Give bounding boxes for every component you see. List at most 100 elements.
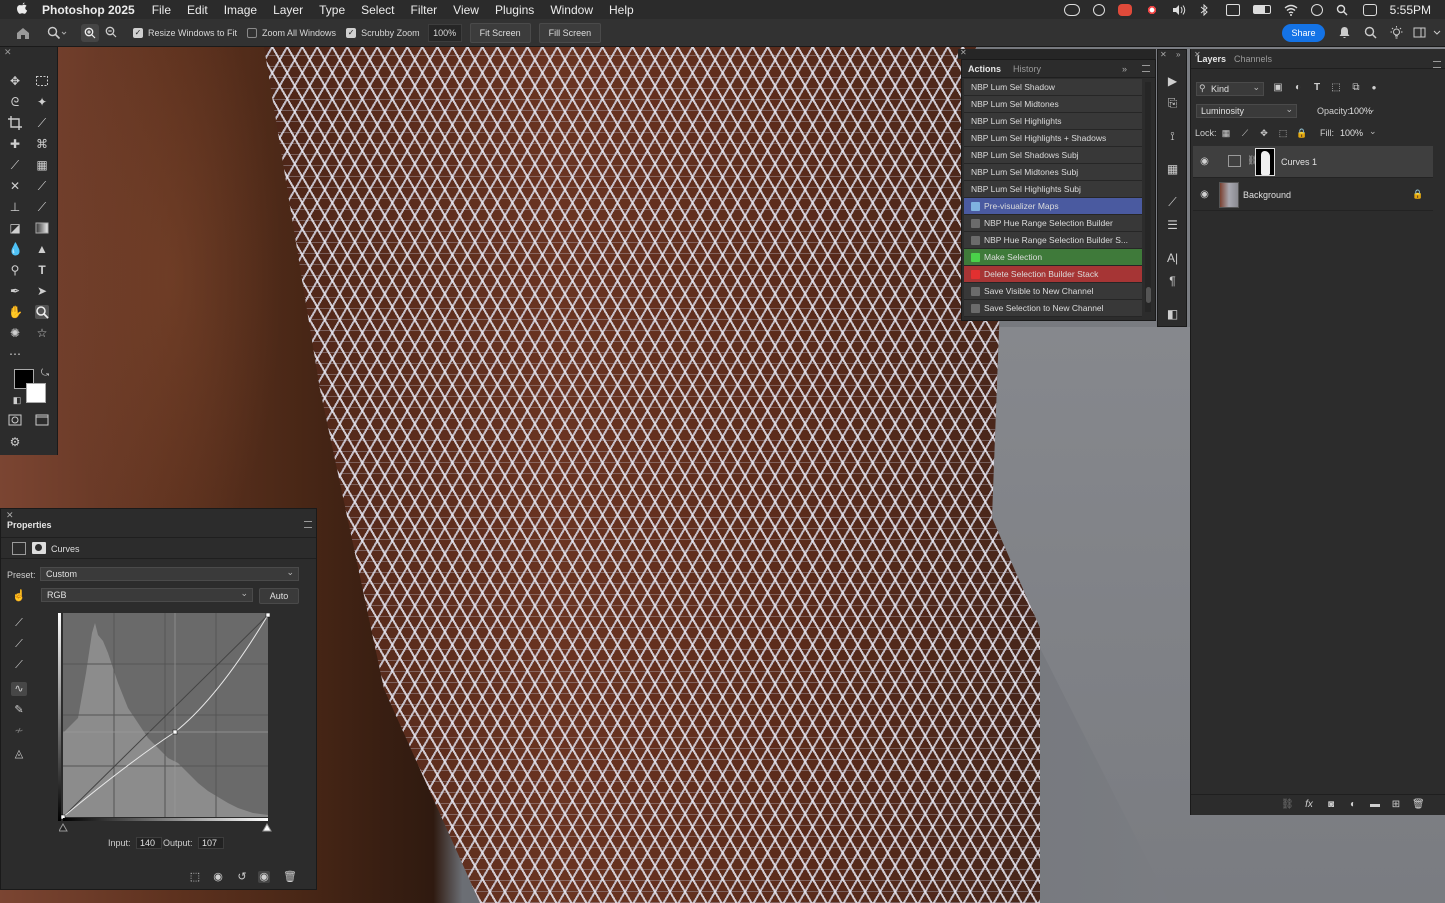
action-item[interactable]: Delete Selection Builder Stack [964, 266, 1142, 283]
layers-close-icon[interactable]: ✕ [1194, 50, 1201, 59]
bluetooth-icon[interactable] [1199, 3, 1213, 16]
hand-tool-icon[interactable]: ✋ [8, 305, 23, 319]
menu-window[interactable]: Window [550, 3, 593, 17]
app-extension-icon[interactable] [1117, 3, 1132, 16]
clipping-warning-icon[interactable]: ◬ [11, 747, 27, 761]
mixer-brush-tool-icon[interactable]: ⟋ [35, 200, 49, 214]
edit-toolbar-icon[interactable]: ⚙ [8, 435, 22, 449]
channel-dropdown[interactable]: RGB [41, 587, 253, 602]
fill-screen-button[interactable]: Fill Screen [538, 22, 602, 43]
brush-settings-icon[interactable]: ⟋ [1165, 195, 1180, 210]
background-color-swatch[interactable] [26, 383, 46, 403]
toggle-visibility-eye-icon[interactable]: ◉ [258, 871, 270, 883]
strip-expand-icon[interactable]: » [1176, 50, 1180, 59]
reset-adjustment-icon[interactable]: ↺ [236, 871, 248, 883]
zoom-tool-preset-icon[interactable] [47, 26, 67, 40]
auto-button[interactable]: Auto [259, 588, 299, 604]
fill-value[interactable]: 100% [1340, 128, 1363, 138]
action-item[interactable]: Make Selection [964, 249, 1142, 266]
strip-close-icon[interactable]: ✕ [1160, 50, 1167, 59]
lock-image-pixels-icon[interactable]: ⟋ [1240, 128, 1250, 138]
layer-filter-kind-dropdown[interactable]: Kind ⌄ [1196, 82, 1264, 96]
workspace-layout-icon[interactable] [1413, 26, 1426, 39]
swap-colors-icon[interactable]: ⤿ [38, 367, 52, 381]
layer-row-background[interactable]: ◉ Background 🔒 [1193, 179, 1433, 211]
discover-lightbulb-icon[interactable] [1390, 26, 1403, 39]
display-icon[interactable] [1225, 3, 1240, 16]
output-value-field[interactable]: 107 [198, 837, 225, 849]
zoom-all-windows-checkbox[interactable] [247, 27, 258, 38]
path-selection-tool-icon[interactable]: ➤ [35, 284, 49, 298]
filter-type-layers-icon[interactable]: T [1311, 82, 1323, 94]
action-item[interactable]: Save Visible to New Channel [964, 283, 1142, 300]
action-item[interactable]: NBP Lum Sel Highlights + Shadows [964, 130, 1142, 147]
edit-points-curve-icon[interactable]: ∿ [11, 682, 27, 696]
menu-type[interactable]: Type [319, 3, 345, 17]
action-item[interactable]: Pre-visualizer Maps [964, 198, 1142, 215]
filter-shape-layers-icon[interactable]: ⬚ [1330, 82, 1342, 94]
type-tool-icon[interactable]: T [35, 263, 49, 277]
move-tool-icon[interactable]: ✥ [8, 74, 22, 88]
status-circle-icon[interactable] [1092, 3, 1105, 16]
lock-transparent-pixels-icon[interactable]: ▦ [1221, 128, 1231, 138]
eraser-tool-icon[interactable]: ◪ [8, 221, 22, 235]
layers-menu-icon[interactable] [1433, 61, 1441, 68]
menu-select[interactable]: Select [361, 3, 394, 17]
paths-panel-icon[interactable]: ⟟ [1165, 129, 1180, 144]
more-tools-icon[interactable]: ⋯ [8, 347, 22, 361]
curves-adjustment-icon[interactable] [12, 542, 26, 555]
add-layer-style-fx-icon[interactable]: fx [1303, 799, 1315, 811]
filter-adjustment-layers-icon[interactable]: ◐ [1292, 82, 1304, 94]
delete-layer-trash-icon[interactable]: 🗑 [1412, 799, 1425, 811]
filter-pixel-layers-icon[interactable]: ▣ [1272, 82, 1284, 94]
fill-slider-chevron-icon[interactable]: ⌄ [1369, 126, 1377, 137]
screen-mode-icon[interactable] [35, 413, 49, 427]
content-aware-move-tool-icon[interactable]: ✕ [8, 179, 22, 193]
action-item[interactable]: NBP Lum Sel Midtones [964, 96, 1142, 113]
new-group-folder-icon[interactable]: ▬ [1369, 799, 1381, 811]
menu-image[interactable]: Image [224, 3, 257, 17]
menu-view[interactable]: View [453, 3, 479, 17]
gradient-tool-icon[interactable] [35, 221, 49, 235]
pattern-stamp-tool-icon[interactable]: ▦ [35, 158, 49, 172]
quick-mask-icon[interactable] [8, 413, 22, 427]
healing-brush-tool-icon[interactable]: ⌘ [35, 137, 49, 151]
layer-mask-thumbnail[interactable] [1255, 148, 1275, 176]
clone-stamp-tool-icon[interactable]: ⊥ [8, 200, 22, 214]
default-colors-icon[interactable]: ◧ [10, 393, 24, 407]
blur-tool-icon[interactable]: 💧 [8, 242, 23, 256]
action-item[interactable]: NBP Hue Range Selection Builder [964, 215, 1142, 232]
crop-tool-icon[interactable] [8, 116, 22, 130]
clip-to-layer-icon[interactable]: ⬚ [189, 871, 201, 883]
resize-windows-checkbox[interactable]: ✓ [133, 27, 143, 38]
lasso-tool-icon[interactable]: ᘓ [8, 95, 22, 109]
swatches-grid-icon[interactable]: ▦ [1165, 162, 1180, 177]
action-item[interactable]: NBP Lum Sel Highlights Subj [964, 181, 1142, 198]
object-selection-tool-icon[interactable]: ✺ [8, 326, 22, 340]
input-value-field[interactable]: 140 [136, 837, 163, 849]
layer-mask-icon[interactable] [32, 542, 46, 554]
home-icon[interactable] [16, 26, 30, 40]
eyedropper-tool-icon[interactable]: ⟋ [35, 116, 49, 130]
apple-icon[interactable] [14, 2, 30, 18]
history-panel-icon[interactable]: ⎘ [1165, 96, 1180, 111]
zoom-percent-field[interactable]: 100% [427, 23, 462, 42]
delete-adjustment-trash-icon[interactable]: 🗑 [283, 871, 297, 883]
notifications-bell-icon[interactable] [1338, 26, 1351, 39]
filter-smart-objects-icon[interactable]: ⧉ [1350, 82, 1362, 94]
fit-screen-button[interactable]: Fit Screen [469, 22, 531, 43]
lock-artboard-icon[interactable]: ⬚ [1278, 128, 1288, 138]
opacity-slider-chevron-icon[interactable]: ⌄ [1368, 104, 1376, 115]
menu-help[interactable]: Help [609, 3, 634, 17]
menu-layer[interactable]: Layer [273, 3, 303, 17]
magic-wand-tool-icon[interactable]: ✦ [35, 95, 49, 109]
action-item[interactable]: NBP Lum Sel Highlights [964, 113, 1142, 130]
dodge-tool-icon[interactable]: ⚲ [8, 263, 22, 277]
layer-visibility-eye-icon[interactable]: ◉ [1199, 189, 1210, 200]
view-previous-state-icon[interactable]: ◉ [212, 871, 224, 883]
action-item[interactable]: Save Selection to New Channel [964, 300, 1142, 317]
control-center-icon[interactable] [1362, 3, 1377, 16]
blend-mode-dropdown[interactable]: Luminosity ⌄ [1196, 104, 1297, 118]
spot-healing-tool-icon[interactable]: ✚ [8, 137, 22, 151]
action-item[interactable]: NBP Lum Sel Midtones Subj [964, 164, 1142, 181]
